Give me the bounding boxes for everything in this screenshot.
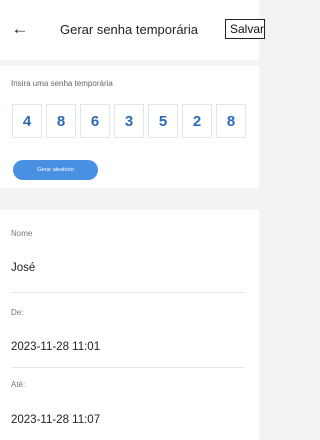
divider (11, 292, 245, 293)
name-value[interactable]: José (11, 262, 35, 274)
digit-box-5[interactable]: 5 (148, 104, 178, 138)
to-label: Até: (11, 380, 26, 389)
digit-box-7[interactable]: 8 (216, 104, 246, 138)
header-bar: ← Gerar senha temporária Salvar (0, 0, 265, 60)
divider (11, 367, 245, 368)
details-section: Nome José De: 2023-11-28 11:01 Até: 2023… (0, 210, 259, 440)
from-datetime-value[interactable]: 2023-11-28 11:01 (11, 341, 100, 353)
digit-box-1[interactable]: 4 (12, 104, 42, 138)
digit-box-6[interactable]: 2 (182, 104, 212, 138)
password-section: Insira uma senha temporária 4 8 6 3 5 2 … (0, 66, 259, 188)
generate-random-button[interactable]: Gerar aleatório (13, 160, 98, 180)
digit-box-3[interactable]: 6 (80, 104, 110, 138)
digit-box-2[interactable]: 8 (46, 104, 76, 138)
password-digits: 4 8 6 3 5 2 8 (12, 104, 246, 138)
page-title: Gerar senha temporária (59, 22, 198, 37)
to-datetime-value[interactable]: 2023-11-28 11:07 (11, 414, 100, 426)
save-button[interactable]: Salvar (225, 19, 265, 39)
name-label: Nome (11, 229, 33, 238)
back-arrow-icon[interactable]: ← (10, 19, 30, 39)
digit-box-4[interactable]: 3 (114, 104, 144, 138)
password-label: Insira uma senha temporária (11, 79, 113, 88)
from-label: De: (11, 308, 24, 317)
